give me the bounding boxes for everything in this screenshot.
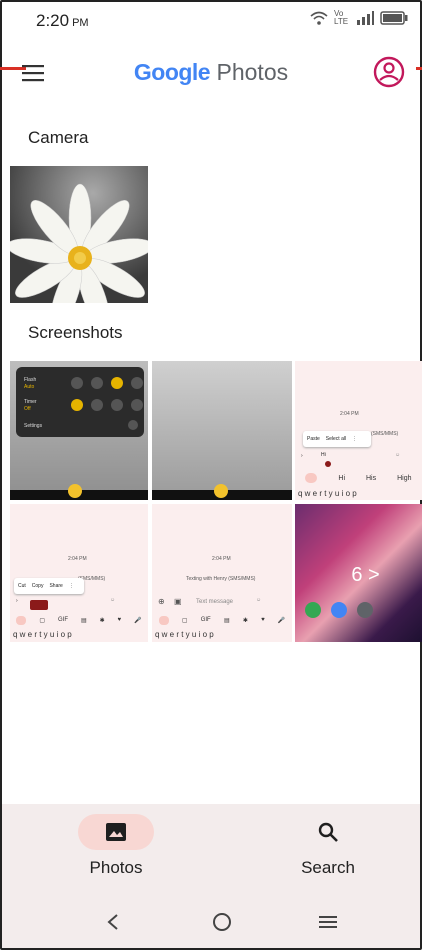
cut-copy-share-menu: Cut Copy Share ⋮ bbox=[14, 578, 84, 594]
more-count: 6 > bbox=[351, 564, 380, 586]
section-camera-title: Camera bbox=[28, 128, 89, 147]
camera-photo-thumb[interactable] bbox=[10, 166, 148, 303]
screenshot-thumb-4[interactable]: 2:04 PM (SMS/MMS) Cut Copy Share ⋮ › ☺ ▢ GIF… bbox=[10, 504, 148, 642]
quick-settings-panel: Flash Auto Timer Off Settings bbox=[16, 367, 144, 437]
photo-icon bbox=[106, 823, 126, 841]
app-bar: Google Photos bbox=[0, 40, 422, 102]
wifi-icon bbox=[310, 11, 328, 25]
nav-search[interactable]: Search bbox=[258, 804, 398, 878]
home-icon[interactable] bbox=[212, 912, 232, 932]
back-icon[interactable] bbox=[106, 913, 120, 931]
account-icon bbox=[373, 56, 405, 88]
screenshot-thumb-3[interactable]: 2:04 PM Paste Select all ⋮ (SMS/MMS) › Hi … bbox=[295, 361, 422, 500]
battery-icon bbox=[380, 11, 408, 25]
right-red-marker bbox=[416, 67, 422, 70]
google-logo-text: Google bbox=[133, 59, 211, 85]
nav-photos[interactable]: Photos bbox=[46, 804, 186, 878]
section-screenshots-title: Screenshots bbox=[28, 323, 123, 342]
paste-menu: Paste Select all ⋮ bbox=[303, 431, 371, 447]
bottom-navigation: Photos Search bbox=[2, 804, 420, 894]
nav-photos-pill bbox=[78, 814, 154, 850]
status-bar: 2:20 PM Vo LTE bbox=[0, 0, 422, 38]
screenshot-thumb-more[interactable]: 6 > bbox=[295, 504, 422, 642]
status-time: 2:20 PM bbox=[36, 11, 89, 30]
screenshot-thumb-1[interactable]: Flash Auto Timer Off Settings bbox=[10, 361, 148, 500]
screenshot-thumb-5[interactable]: 2:04 PM Texting with Henry (SMS/MMS) ⊕ ▣… bbox=[152, 504, 292, 642]
search-icon bbox=[318, 822, 338, 842]
network-type: Vo LTE bbox=[334, 9, 349, 26]
daisy-flower-image bbox=[10, 183, 148, 303]
app-title: Google Photos bbox=[133, 59, 289, 85]
signal-icon bbox=[357, 11, 374, 25]
system-navigation-bar bbox=[2, 894, 420, 948]
recents-icon[interactable] bbox=[318, 915, 338, 929]
screenshot-thumb-2[interactable] bbox=[152, 361, 292, 500]
account-avatar[interactable] bbox=[372, 55, 406, 89]
